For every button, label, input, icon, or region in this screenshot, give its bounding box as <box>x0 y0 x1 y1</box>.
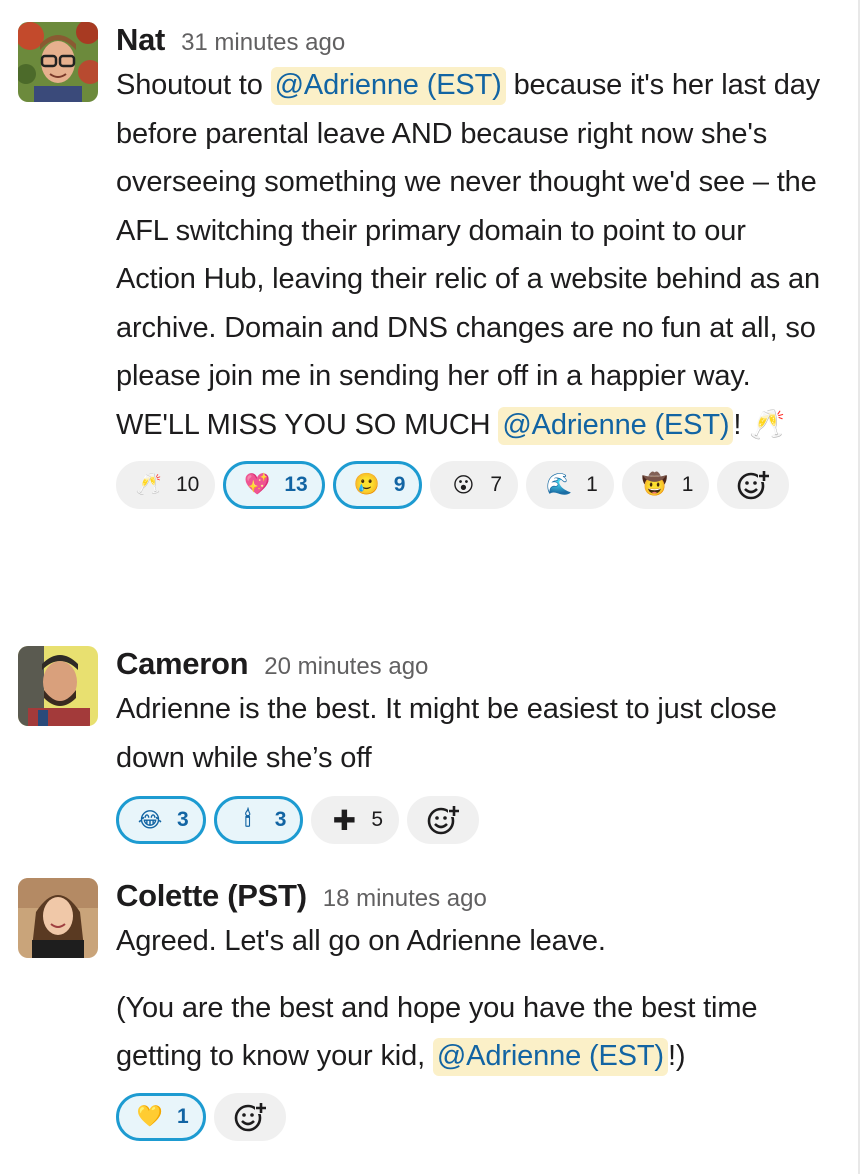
reaction-bar: 💛 1 <box>116 1091 831 1143</box>
cowboy-sunglasses-icon: 🤠 <box>641 473 668 496</box>
add-reaction-button[interactable] <box>717 461 790 509</box>
reaction-bar: 🥂 10 💖 13 🥲 9 😮 7 🌊 1 🤠 1 <box>116 459 831 511</box>
message-text: Adrienne is the best. It might be easies… <box>116 693 777 774</box>
reaction-gem-heart[interactable]: 💖 13 <box>223 461 325 509</box>
add-reaction-icon <box>234 1101 267 1131</box>
message-text: (You are the best and hope you have the … <box>116 984 831 1081</box>
mention-adrienne[interactable]: @Adrienne (EST) <box>498 406 734 445</box>
candle-icon: 🕯 <box>244 808 251 831</box>
reaction-count: 13 <box>284 473 308 496</box>
plus-icon: ✚ <box>332 804 357 836</box>
reaction-count: 1 <box>177 1104 189 1128</box>
reaction-bar: 😂 3 🕯 3 ✚ 5 <box>116 794 831 846</box>
wave-icon: 🌊 <box>546 473 573 496</box>
reaction-count: 3 <box>177 808 189 831</box>
mention-adrienne[interactable]: @Adrienne (EST) <box>432 1038 668 1076</box>
reaction-count: 7 <box>490 473 503 496</box>
reaction-tears-of-joy[interactable]: 😂 3 <box>116 796 206 844</box>
reaction-plus[interactable]: ✚ 5 <box>311 796 400 844</box>
reaction-cowboy[interactable]: 🤠 1 <box>621 461 710 509</box>
clinking-glasses-icon: 🥂 <box>749 408 786 441</box>
add-reaction-button[interactable] <box>407 796 480 844</box>
reaction-astonished[interactable]: 😮 7 <box>430 461 519 509</box>
tears-of-joy-icon: 😂 <box>137 808 163 832</box>
gem-heart-icon: 💖 <box>244 473 271 496</box>
reaction-crying-face[interactable]: 🥲 9 <box>332 461 423 509</box>
reaction-clinking-glasses[interactable]: 🥂 10 <box>116 461 216 509</box>
clinking-glasses-icon: 🥂 <box>135 473 163 496</box>
reaction-count: 9 <box>393 473 406 496</box>
timestamp[interactable]: 31 minutes ago <box>181 29 345 57</box>
astonished-face-icon: 😮 <box>452 473 475 497</box>
crying-face-icon: 🥲 <box>353 473 380 496</box>
message-text: Agreed. Let's all go on Adrienne leave. <box>116 925 606 957</box>
author-name[interactable]: Nat <box>116 22 165 58</box>
reaction-candle[interactable]: 🕯 3 <box>213 796 304 844</box>
avatar-cameron[interactable] <box>18 646 98 726</box>
author-name[interactable]: Colette (PST) <box>116 878 307 914</box>
avatar-colette[interactable] <box>18 878 98 958</box>
timestamp[interactable]: 20 minutes ago <box>264 653 428 681</box>
author-name[interactable]: Cameron <box>116 646 249 682</box>
reaction-count: 10 <box>176 473 200 496</box>
mention-adrienne[interactable]: @Adrienne (EST) <box>270 67 506 105</box>
reaction-count: 5 <box>371 808 384 831</box>
message-text: Shoutout to @Adrienne (EST) because it's… <box>116 61 831 449</box>
add-reaction-button[interactable] <box>213 1092 286 1141</box>
reaction-count: 1 <box>586 473 598 496</box>
avatar-nat[interactable] <box>18 22 98 102</box>
reaction-count: 1 <box>681 473 694 496</box>
timestamp[interactable]: 18 minutes ago <box>323 885 487 913</box>
reaction-wave[interactable]: 🌊 1 <box>526 461 614 509</box>
add-reaction-icon <box>738 470 771 500</box>
reaction-yellow-heart[interactable]: 💛 1 <box>116 1092 206 1141</box>
add-reaction-icon <box>427 805 461 835</box>
reaction-count: 3 <box>274 808 287 831</box>
yellow-heart-icon: 💛 <box>136 1104 164 1128</box>
